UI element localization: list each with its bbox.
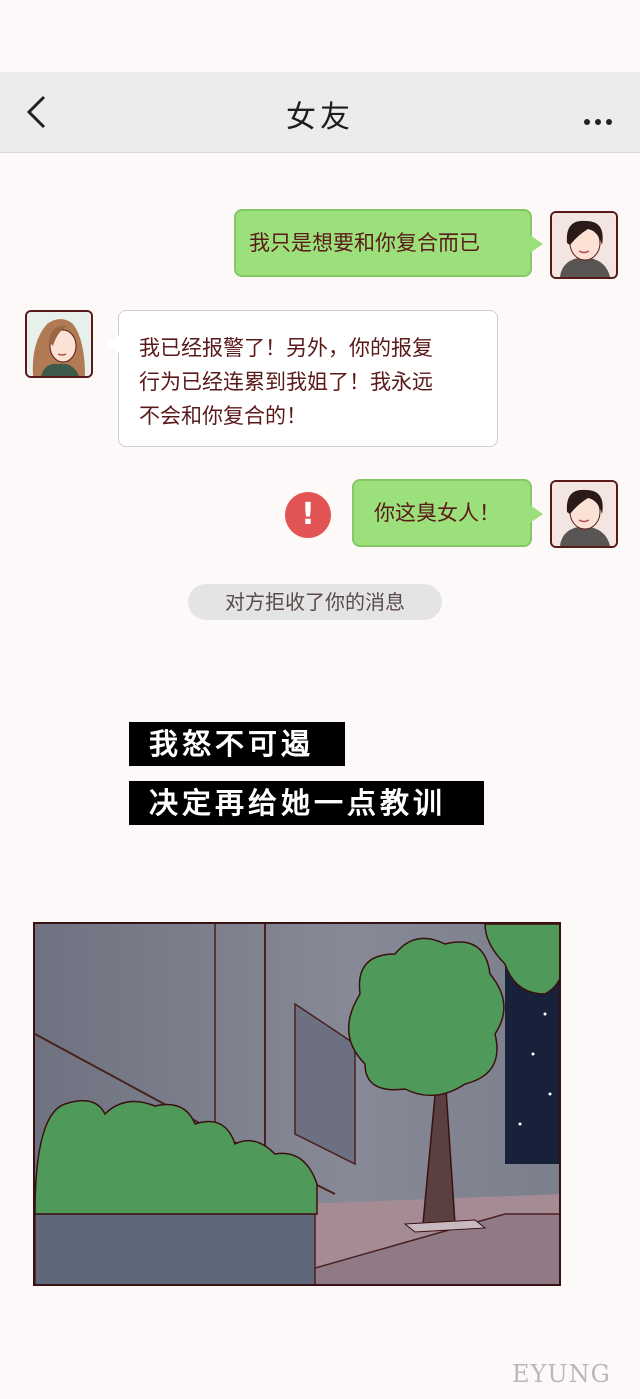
- system-notice: 对方拒收了你的消息: [188, 584, 442, 620]
- message-bubble-sent[interactable]: 我只是想要和你复合而已: [234, 209, 543, 277]
- message-line: 我已经报警了！另外，你的报复: [139, 336, 433, 360]
- caption-line: 我怒不可遏: [129, 722, 345, 766]
- chat-header: 女友: [0, 72, 640, 153]
- avatar-me[interactable]: [550, 480, 618, 548]
- send-failed-icon[interactable]: !: [285, 492, 331, 538]
- avatar-me[interactable]: [550, 211, 618, 279]
- message-bubble-sent[interactable]: 你这臭女人！: [352, 479, 543, 547]
- more-dots-icon[interactable]: [579, 110, 612, 129]
- message-text: 我只是想要和你复合而已: [249, 231, 480, 255]
- message-text: 你这臭女人！: [374, 501, 500, 525]
- watermark-logo: EYUNG: [512, 1360, 611, 1388]
- street-illustration: [33, 922, 561, 1286]
- message-line: 不会和你复合的！: [139, 404, 307, 428]
- chat-title: 女友: [286, 100, 354, 135]
- message-bubble-received[interactable]: 我已经报警了！另外，你的报复 行为已经连累到我姐了！我永远 不会和你复合的！: [106, 310, 498, 447]
- avatar-girlfriend[interactable]: [25, 310, 93, 378]
- message-line: 行为已经连累到我姐了！我永远: [139, 370, 433, 394]
- caption-line: 决定再给她一点教训: [129, 781, 484, 825]
